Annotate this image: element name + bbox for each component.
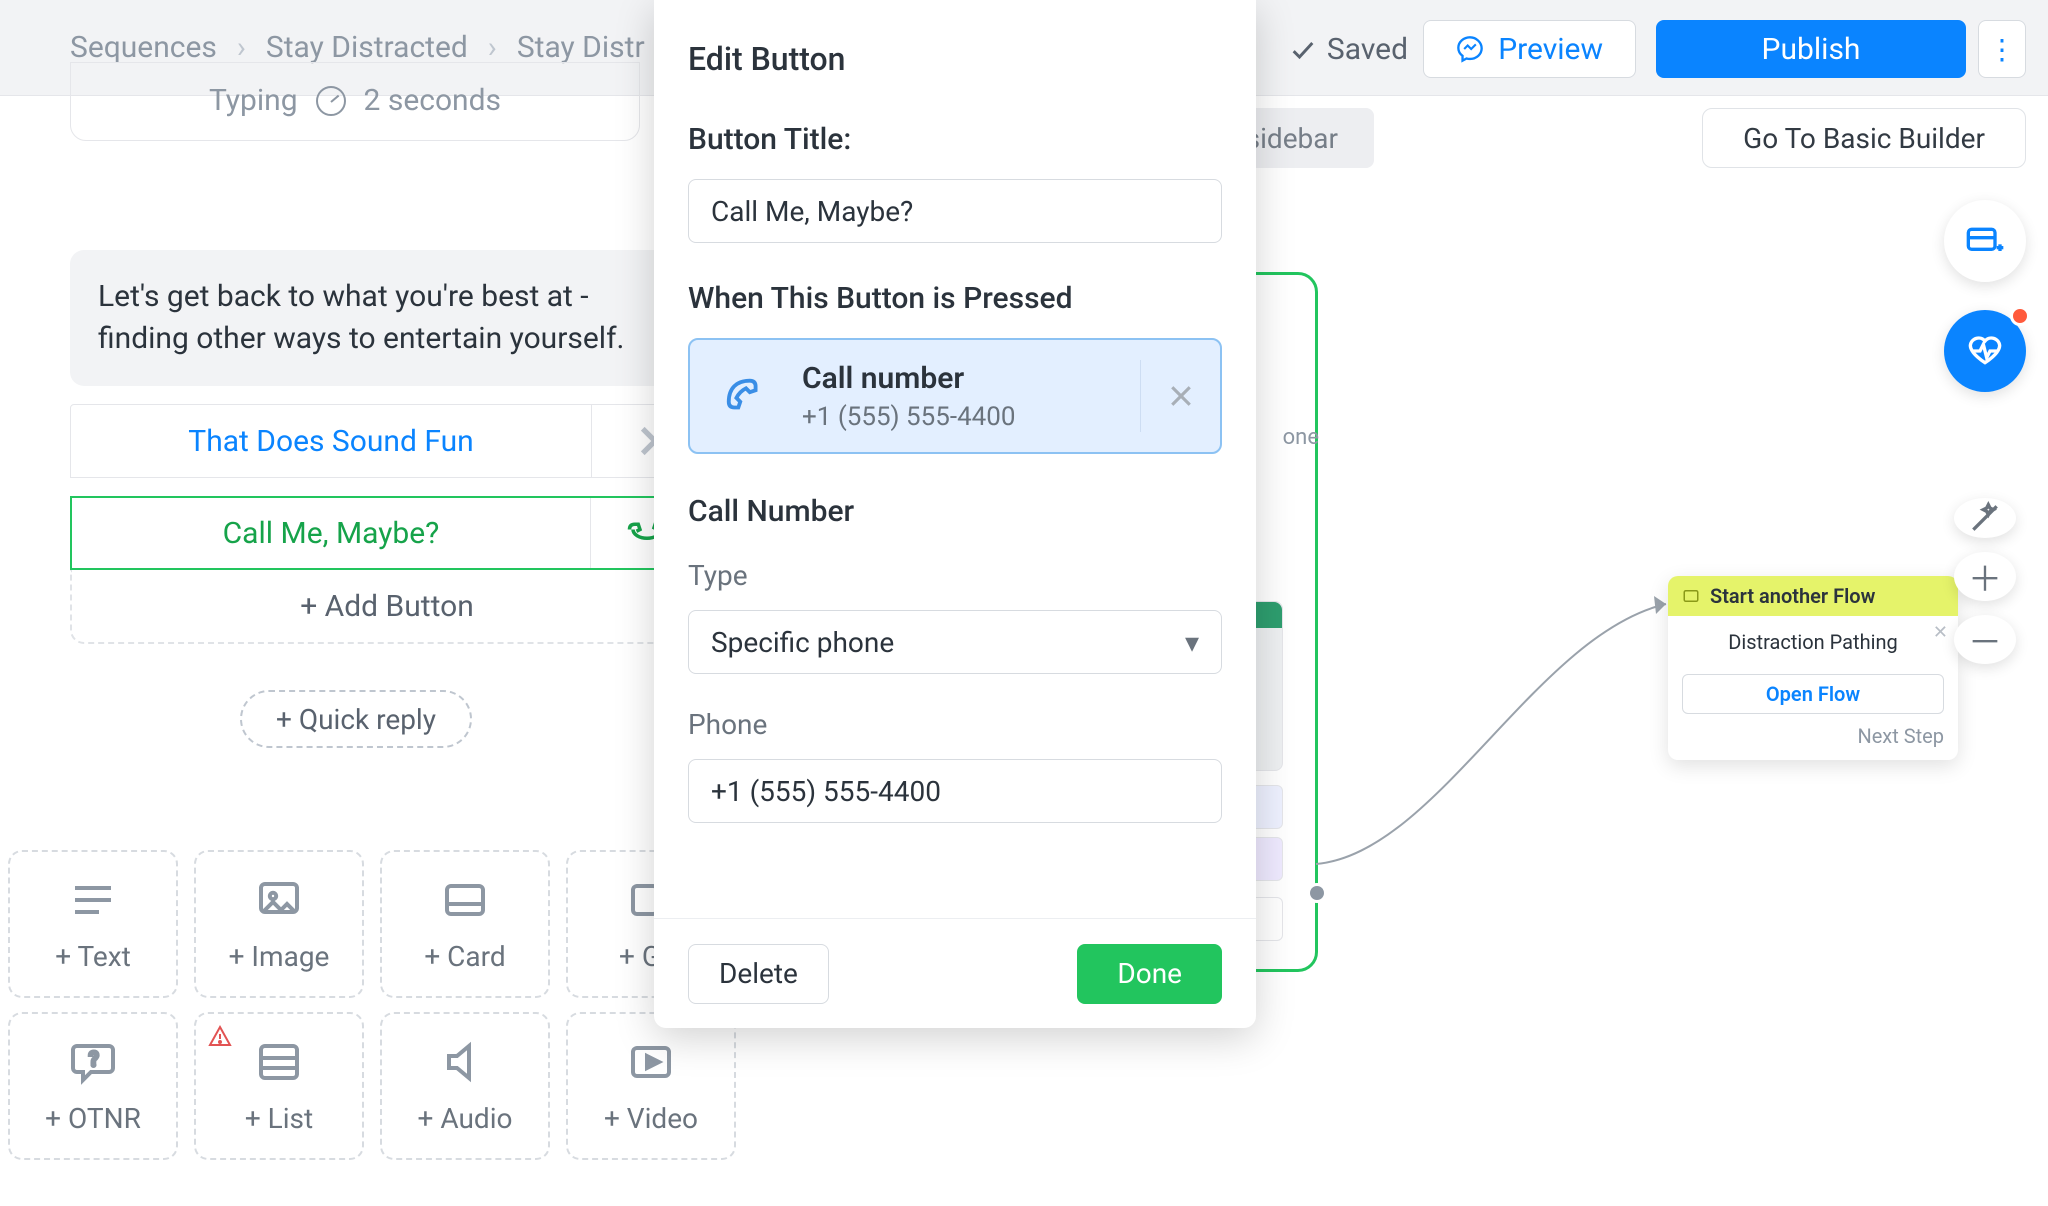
typing-card[interactable]: Typing 2 seconds — [70, 62, 640, 141]
zoom-in-button[interactable]: ＋ — [1954, 552, 2016, 601]
edit-button-panel: Edit Button Button Title: When This Butt… — [654, 0, 1256, 1028]
quick-reply-button[interactable]: + Quick reply — [240, 690, 472, 748]
health-fab[interactable] — [1944, 310, 2026, 392]
palette-label: + Video — [604, 1102, 698, 1135]
action-call-number[interactable]: Call number +1 (555) 555-4400 — [688, 338, 1222, 454]
open-flow-label: Open Flow — [1766, 682, 1860, 706]
flow-node-header: Start another Flow — [1668, 576, 1958, 616]
palette-image[interactable]: + Image — [194, 850, 364, 998]
saved-indicator: Saved — [1289, 32, 1408, 67]
message-button-row[interactable]: That Does Sound Fun — [70, 404, 704, 478]
palette-label: + Card — [424, 940, 505, 973]
chevron-down-icon: ▾ — [1185, 626, 1199, 659]
breadcrumb: Sequences › Stay Distracted › Stay Distr — [0, 30, 645, 65]
question-bubble-icon: ? — [65, 1038, 121, 1086]
panel-title: Edit Button — [654, 0, 1256, 108]
action-subtitle: +1 (555) 555-4400 — [802, 402, 1140, 432]
message-button-label: Call Me, Maybe? — [72, 498, 590, 568]
call-number-label: Call Number — [654, 454, 1256, 551]
action-title: Call number — [802, 361, 1140, 396]
message-text-content: Let's get back to what you're best at - … — [98, 279, 624, 356]
message-button-label: That Does Sound Fun — [71, 405, 591, 477]
delete-label: Delete — [719, 957, 798, 990]
text-lines-icon — [65, 876, 121, 924]
delete-button[interactable]: Delete — [688, 944, 829, 1004]
chevron-right-icon: › — [237, 30, 246, 65]
type-label: Type — [654, 551, 1256, 610]
breadcrumb-item: Stay Distr — [517, 30, 645, 65]
quick-reply-label: + Quick reply — [276, 703, 436, 736]
close-icon — [1166, 381, 1196, 411]
more-menu-button[interactable]: ⋮ — [1978, 20, 2026, 78]
peek-label: one — [1283, 425, 1319, 450]
preview-button[interactable]: Preview — [1423, 20, 1636, 78]
palette-video[interactable]: + Video — [566, 1012, 736, 1160]
heartbeat-icon — [1965, 331, 2005, 371]
open-flow-button[interactable]: Open Flow — [1682, 674, 1944, 714]
speaker-icon — [437, 1038, 493, 1086]
image-icon — [251, 876, 307, 924]
palette-card[interactable]: + Card — [380, 850, 550, 998]
next-step-label[interactable]: Next Step — [1668, 724, 1958, 760]
card-plus-icon — [1965, 221, 2005, 261]
typing-label: Typing — [209, 83, 298, 118]
message-text[interactable]: Let's get back to what you're best at - … — [70, 250, 704, 386]
flow-node[interactable]: Start another Flow ✕ Distraction Pathing… — [1668, 576, 1958, 760]
messenger-icon — [1456, 35, 1484, 63]
publish-button[interactable]: Publish — [1656, 20, 1966, 78]
palette-label: + Audio — [418, 1102, 513, 1135]
typing-duration: 2 seconds — [364, 83, 501, 118]
clock-icon — [316, 86, 346, 116]
chevron-right-icon: › — [488, 30, 497, 65]
add-button[interactable]: + Add Button — [70, 570, 704, 644]
remove-action-button[interactable] — [1140, 360, 1220, 432]
phone-icon — [690, 373, 802, 419]
message-button-row-selected[interactable]: Call Me, Maybe? — [70, 496, 704, 570]
palette-label: + OTNR — [45, 1102, 141, 1135]
check-icon — [1289, 36, 1317, 64]
close-icon[interactable]: ✕ — [1933, 622, 1948, 643]
saved-label: Saved — [1327, 32, 1408, 67]
palette-label: + List — [245, 1102, 313, 1135]
palette-label: + Image — [229, 940, 330, 973]
phone-label: Phone — [654, 674, 1256, 759]
preview-label: Preview — [1498, 32, 1603, 67]
palette-text[interactable]: + Text — [8, 850, 178, 998]
kebab-icon: ⋮ — [1988, 33, 2016, 66]
type-select[interactable]: Specific phone ▾ — [688, 610, 1222, 674]
type-value: Specific phone — [711, 626, 894, 659]
palette-list[interactable]: + List — [194, 1012, 364, 1160]
magic-wand-button[interactable] — [1954, 498, 2016, 538]
palette-label: + Text — [55, 940, 131, 973]
palette-otnr[interactable]: ? + OTNR — [8, 1012, 178, 1160]
sparkle-icon — [1965, 498, 2005, 538]
flow-node-title: Distraction Pathing — [1682, 630, 1944, 654]
phone-input[interactable] — [688, 759, 1222, 823]
list-icon — [251, 1038, 307, 1086]
button-title-label: Button Title: — [654, 108, 1256, 179]
card-icon — [437, 876, 493, 924]
done-label: Done — [1117, 957, 1182, 990]
notification-dot — [2010, 306, 2030, 326]
connector-output[interactable] — [1307, 883, 1327, 903]
flow-icon — [1682, 587, 1700, 605]
flow-node-header-label: Start another Flow — [1710, 584, 1875, 608]
breadcrumb-item[interactable]: Sequences — [70, 30, 217, 65]
svg-text:?: ? — [89, 1047, 98, 1071]
zoom-out-button[interactable]: － — [1954, 615, 2016, 664]
done-button[interactable]: Done — [1077, 944, 1222, 1004]
flow-edge — [1316, 594, 1686, 894]
when-pressed-label: When This Button is Pressed — [654, 243, 1256, 338]
breadcrumb-item[interactable]: Stay Distracted — [266, 30, 468, 65]
publish-label: Publish — [1762, 32, 1861, 67]
palette-audio[interactable]: + Audio — [380, 1012, 550, 1160]
button-title-input[interactable] — [688, 179, 1222, 243]
play-square-icon — [623, 1038, 679, 1086]
add-button-label: + Add Button — [300, 589, 474, 624]
add-card-fab[interactable] — [1944, 200, 2026, 282]
warning-icon — [208, 1022, 232, 1055]
